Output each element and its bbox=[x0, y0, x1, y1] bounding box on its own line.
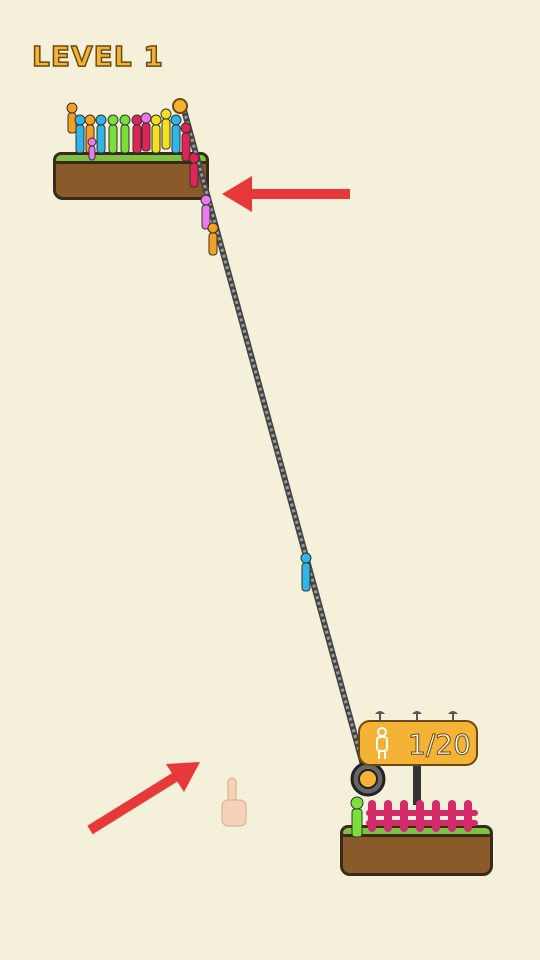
rope-riders bbox=[188, 152, 312, 592]
stickman bbox=[74, 114, 86, 154]
rope-anchor-icon bbox=[172, 98, 188, 114]
stickman bbox=[150, 114, 162, 154]
stickman-rider bbox=[188, 152, 200, 188]
arrow-icon bbox=[222, 176, 350, 212]
goal-fence bbox=[366, 800, 478, 832]
stickman bbox=[131, 114, 143, 154]
rescue-counter-badge: 1/20 bbox=[358, 720, 478, 766]
person-icon bbox=[376, 727, 388, 759]
stickman-rider bbox=[300, 552, 312, 592]
stickman bbox=[87, 137, 97, 161]
stickman-rescued bbox=[350, 796, 364, 838]
stickman bbox=[160, 108, 172, 150]
arrow-icon bbox=[87, 762, 200, 835]
stickman bbox=[107, 114, 119, 154]
stickman bbox=[95, 114, 107, 154]
stickman bbox=[170, 114, 182, 154]
rescue-count: 1/20 bbox=[408, 728, 472, 762]
stickman bbox=[119, 114, 131, 154]
stickman bbox=[140, 112, 152, 152]
waiting-crowd bbox=[66, 102, 192, 162]
game-scene[interactable] bbox=[0, 0, 540, 960]
tap-hand-icon bbox=[221, 777, 247, 827]
stickman-rider bbox=[207, 222, 219, 256]
pulley-icon bbox=[350, 761, 386, 797]
